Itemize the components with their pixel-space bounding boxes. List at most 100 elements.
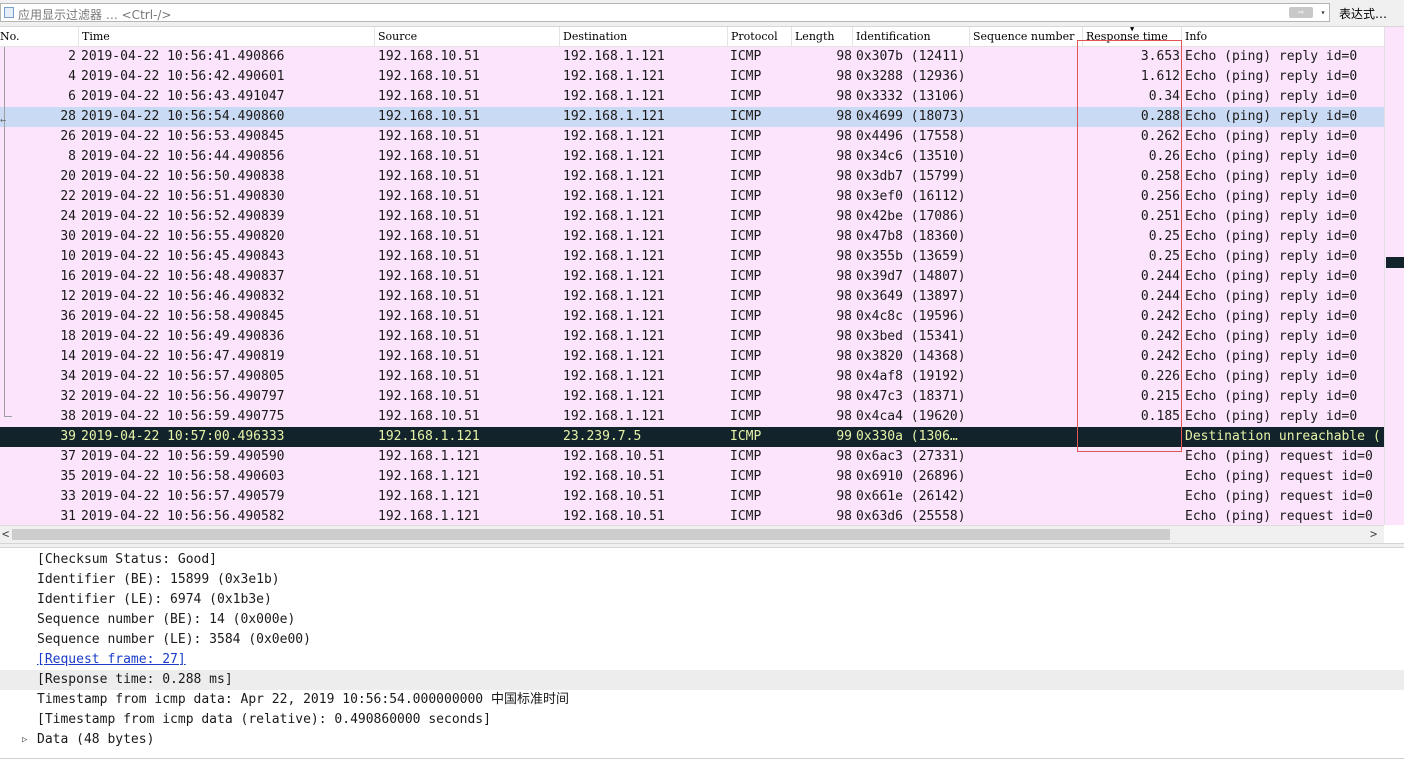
column-header-sequence-number[interactable]: Sequence number [970, 27, 1083, 46]
packet-row[interactable]: 10 2019-04-22 10:56:45.490843 192.168.10.5… [0, 247, 1384, 267]
packet-sequence-number [972, 507, 1082, 527]
detail-field-text[interactable]: [Request frame: 27] [37, 650, 186, 670]
packet-sequence-number [972, 227, 1082, 247]
conversation-tree-line [4, 47, 6, 417]
detail-field[interactable]: Identifier (BE): 15899 (0x3e1b) [0, 570, 1404, 590]
packet-length: 98 [836, 389, 852, 404]
packet-row[interactable]: 14 2019-04-22 10:56:47.490819 192.168.10.5… [0, 347, 1384, 367]
display-filter-input[interactable]: 应用显示过滤器 … <Ctrl-/> ⇨ ▾ [0, 3, 1330, 22]
packet-time: 2019-04-22 10:56:59.490775 [81, 409, 285, 424]
packet-source: 192.168.10.51 [378, 409, 480, 424]
detail-field[interactable]: Timestamp from icmp data: Apr 22, 2019 1… [0, 690, 1404, 710]
detail-field[interactable]: [Response time: 0.288 ms] [0, 670, 1404, 690]
column-header-source[interactable]: Source [375, 27, 560, 46]
packet-row[interactable]: 37 2019-04-22 10:56:59.490590 192.168.1.12… [0, 447, 1384, 467]
detail-field-text: Data (48 bytes) [37, 732, 155, 747]
packet-row[interactable]: 39 2019-04-22 10:57:00.496333 192.168.1.12… [0, 427, 1384, 447]
packet-row[interactable]: 28 2019-04-22 10:56:54.490860 192.168.10.5… [0, 107, 1384, 127]
column-header-destination[interactable]: Destination [560, 27, 728, 46]
packet-row[interactable]: 2 2019-04-22 10:56:41.490866 192.168.10.51… [0, 47, 1384, 67]
column-header-length[interactable]: Length [792, 27, 853, 46]
packet-time: 2019-04-22 10:56:58.490603 [81, 469, 285, 484]
packet-protocol: ICMP [730, 449, 762, 464]
packet-response-time: 0.242 [1140, 309, 1180, 324]
packet-source: 192.168.1.121 [378, 469, 480, 484]
packet-row[interactable]: 18 2019-04-22 10:56:49.490836 192.168.10.5… [0, 327, 1384, 347]
apply-filter-button[interactable]: ⇨ [1289, 7, 1313, 18]
packet-row[interactable]: 8 2019-04-22 10:56:44.490856 192.168.10.51… [0, 147, 1384, 167]
packet-row[interactable]: 26 2019-04-22 10:56:53.490845 192.168.10.5… [0, 127, 1384, 147]
packet-row[interactable]: 31 2019-04-22 10:56:56.490582 192.168.1.12… [0, 507, 1384, 527]
packet-protocol: ICMP [730, 289, 762, 304]
detail-field[interactable]: Sequence number (BE): 14 (0x000e) [0, 610, 1404, 630]
packet-list-horizontal-scrollbar[interactable]: < > [0, 525, 1384, 543]
packet-destination: 192.168.1.121 [563, 409, 665, 424]
packet-response-time [1084, 447, 1180, 467]
column-header-protocol[interactable]: Protocol [728, 27, 792, 46]
packet-destination: 192.168.1.121 [563, 269, 665, 284]
packet-response-time: 1.612 [1140, 69, 1180, 84]
column-header-time[interactable]: Time [79, 27, 375, 46]
detail-field[interactable]: [Timestamp from icmp data (relative): 0.… [0, 710, 1404, 730]
packet-no: 33 [60, 489, 76, 504]
packet-protocol: ICMP [730, 89, 762, 104]
packet-row[interactable]: 22 2019-04-22 10:56:51.490830 192.168.10.5… [0, 187, 1384, 207]
packet-row[interactable]: 38 2019-04-22 10:56:59.490775 192.168.10.5… [0, 407, 1384, 427]
packet-row[interactable]: 24 2019-04-22 10:56:52.490839 192.168.10.5… [0, 207, 1384, 227]
packet-response-time: 0.242 [1140, 329, 1180, 344]
packet-identification: 0x6910 (26896) [856, 469, 966, 484]
packet-source: 192.168.10.51 [378, 69, 480, 84]
packet-time: 2019-04-22 10:56:48.490837 [81, 269, 285, 284]
column-header-identification[interactable]: Identification [853, 27, 970, 46]
packet-sequence-number [972, 387, 1082, 407]
packet-length: 98 [836, 129, 852, 144]
scroll-left-arrow-icon[interactable]: < [2, 526, 9, 543]
packet-response-time [1084, 487, 1180, 507]
packet-length: 98 [836, 469, 852, 484]
detail-field[interactable]: [Checksum Status: Good] [0, 550, 1404, 570]
scrollbar-minimap-marker [1386, 257, 1404, 268]
filter-bookmark-icon[interactable] [4, 7, 14, 18]
request-frame-link[interactable]: [Request frame: 27] [0, 650, 1404, 670]
packet-row[interactable]: 35 2019-04-22 10:56:58.490603 192.168.1.12… [0, 467, 1384, 487]
packet-identification: 0x4496 (17558) [856, 129, 966, 144]
related-packet-arrow-icon: ← [0, 115, 7, 126]
packet-no: 39 [60, 429, 76, 444]
packet-info: Echo (ping) reply id=0 [1185, 189, 1358, 204]
packet-row[interactable]: 12 2019-04-22 10:56:46.490832 192.168.10.5… [0, 287, 1384, 307]
filter-history-dropdown[interactable]: ▾ [1316, 6, 1330, 20]
detail-field[interactable]: ▷ Data (48 bytes) [0, 730, 1404, 750]
packet-row[interactable]: 20 2019-04-22 10:56:50.490838 192.168.10.5… [0, 167, 1384, 187]
packet-sequence-number [972, 207, 1082, 227]
detail-field[interactable]: Identifier (LE): 6974 (0x1b3e) [0, 590, 1404, 610]
packet-row[interactable]: 33 2019-04-22 10:56:57.490579 192.168.1.12… [0, 487, 1384, 507]
packet-row[interactable]: 36 2019-04-22 10:56:58.490845 192.168.10.5… [0, 307, 1384, 327]
packet-identification: 0x6ac3 (27331) [856, 449, 966, 464]
packet-no: 18 [60, 329, 76, 344]
packet-info: Echo (ping) reply id=0 [1185, 269, 1358, 284]
packet-row[interactable]: 34 2019-04-22 10:56:57.490805 192.168.10.5… [0, 367, 1384, 387]
packet-no: 37 [60, 449, 76, 464]
packet-sequence-number [972, 487, 1082, 507]
expression-button[interactable]: 表达式… [1339, 5, 1387, 22]
packet-no: 10 [60, 249, 76, 264]
packet-row[interactable]: 4 2019-04-22 10:56:42.490601 192.168.10.51… [0, 67, 1384, 87]
packet-list-vertical-scrollbar[interactable] [1384, 27, 1404, 525]
packet-row[interactable]: 16 2019-04-22 10:56:48.490837 192.168.10.5… [0, 267, 1384, 287]
packet-destination: 192.168.1.121 [563, 169, 665, 184]
scroll-right-arrow-icon[interactable]: > [1370, 526, 1377, 543]
packet-row[interactable]: 32 2019-04-22 10:56:56.490797 192.168.10.5… [0, 387, 1384, 407]
detail-field[interactable]: Sequence number (LE): 3584 (0x0e00) [0, 630, 1404, 650]
pane-splitter[interactable] [0, 543, 1404, 548]
packet-length: 98 [836, 489, 852, 504]
packet-protocol: ICMP [730, 509, 762, 524]
packet-time: 2019-04-22 10:56:44.490856 [81, 149, 285, 164]
expand-arrow-icon[interactable]: ▷ [22, 730, 27, 750]
column-header-info[interactable]: Info [1182, 27, 1384, 46]
horizontal-scroll-thumb[interactable] [12, 529, 1170, 540]
column-header-no[interactable]: No. [0, 27, 79, 46]
packet-row[interactable]: 6 2019-04-22 10:56:43.491047 192.168.10.51… [0, 87, 1384, 107]
packet-info: Echo (ping) reply id=0 [1185, 349, 1358, 364]
packet-sequence-number [972, 287, 1082, 307]
packet-row[interactable]: 30 2019-04-22 10:56:55.490820 192.168.10.5… [0, 227, 1384, 247]
